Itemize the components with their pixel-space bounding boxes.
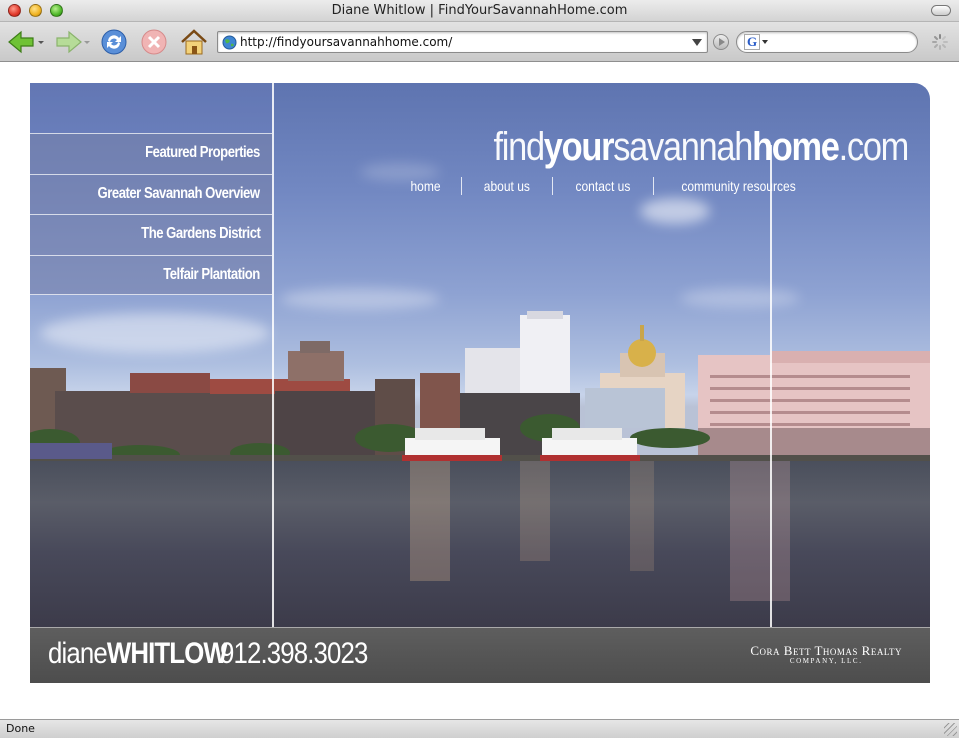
search-engine-dropdown[interactable] [762,40,768,44]
menu-item-telfair-plantation[interactable]: Telfair Plantation [30,254,272,295]
resize-grip-icon[interactable] [944,723,957,736]
stop-button[interactable] [139,28,169,56]
back-button[interactable] [6,28,46,56]
menu-item-featured-properties[interactable]: Featured Properties [30,133,272,174]
property-menu: Featured Properties Greater Savannah Ove… [30,133,272,295]
stop-icon [141,29,167,55]
menu-item-greater-savannah-overview[interactable]: Greater Savannah Overview [30,173,272,214]
hero-banner: Featured Properties Greater Savannah Ove… [30,83,930,683]
forward-icon [56,30,90,54]
forward-button[interactable] [52,28,92,56]
agent-name: dianeWHITLOW [48,637,228,670]
river-water [30,461,930,627]
loading-spinner-icon [932,34,948,50]
site-logo[interactable]: findyoursavannahhome.com [493,125,909,170]
url-history-dropdown[interactable] [692,39,702,46]
address-bar[interactable]: http://findyoursavannahhome.com/ [217,31,708,53]
reload-icon [101,29,127,55]
brokerage-logo: Cora Bett Thomas Realty COMPANY, LLC. [750,643,902,665]
go-button[interactable] [713,34,729,50]
nav-divider [551,177,553,195]
nav-community-resources-link[interactable]: community resources [681,178,795,194]
agent-phone: 912.398.3023 [220,637,368,670]
url-text: http://findyoursavannahhome.com/ [240,35,453,49]
back-icon [8,30,44,54]
home-button[interactable] [178,28,210,56]
nav-divider [461,177,463,195]
nav-divider [652,177,654,195]
window-title: Diane Whitlow | FindYourSavannahHome.com [331,3,628,18]
nav-about-link[interactable]: about us [484,178,530,194]
browser-toolbar: http://findyoursavannahhome.com/ G [0,22,959,62]
window-titlebar: Diane Whitlow | FindYourSavannahHome.com [0,0,959,22]
web-page: Featured Properties Greater Savannah Ove… [0,63,959,719]
globe-icon [222,35,237,50]
menu-item-gardens-district[interactable]: The Gardens District [30,214,272,255]
search-field[interactable]: G [736,31,918,53]
top-nav: home about us contact us community resou… [408,177,805,195]
home-icon [181,29,207,55]
reload-button[interactable] [98,28,130,56]
status-bar: Done [0,719,959,738]
nav-contact-link[interactable]: contact us [575,178,630,194]
agent-footer: dianeWHITLOW 912.398.3023 Cora Bett Thom… [30,627,930,683]
status-text: Done [6,722,35,735]
toolbar-toggle-button[interactable] [931,5,951,16]
google-search-icon[interactable]: G [744,34,760,50]
nav-home-link[interactable]: home [410,178,440,194]
